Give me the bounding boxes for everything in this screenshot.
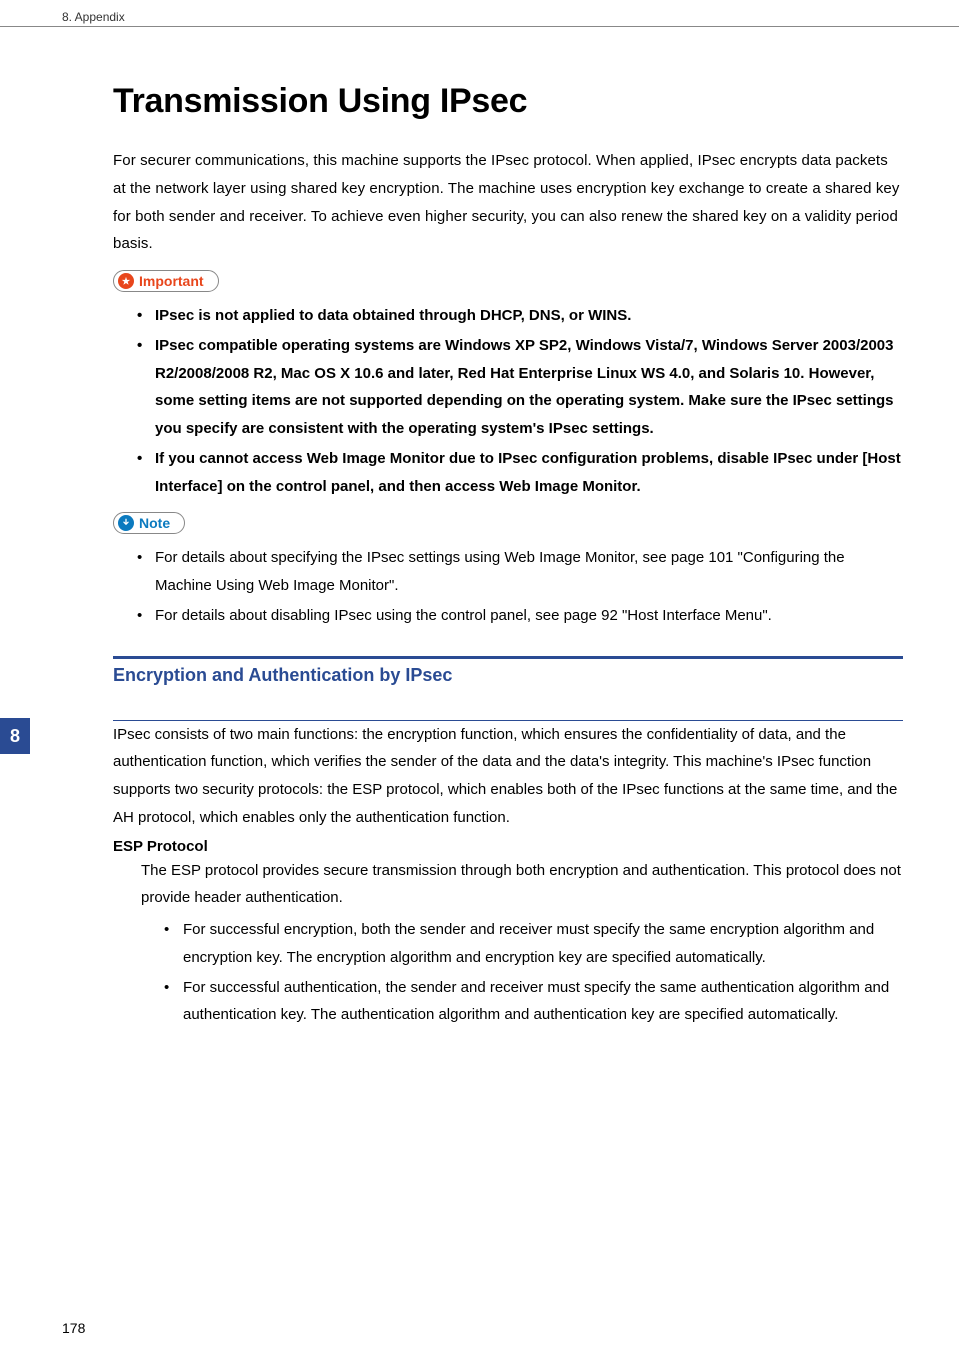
intro-paragraph: For securer communications, this machine…: [113, 147, 903, 258]
important-callout-label: Important: [113, 270, 219, 292]
important-label-text: Important: [139, 273, 204, 289]
list-item: If you cannot access Web Image Monitor d…: [113, 445, 903, 501]
esp-heading: ESP Protocol: [113, 838, 903, 855]
section-body: IPsec consists of two main functions: th…: [113, 721, 903, 832]
esp-description: The ESP protocol provides secure transmi…: [113, 857, 903, 913]
page-number: 178: [62, 1320, 85, 1336]
header-rule: [0, 26, 959, 27]
list-item: For successful encryption, both the send…: [113, 916, 903, 972]
list-item: IPsec is not applied to data obtained th…: [113, 302, 903, 330]
note-list: For details about specifying the IPsec s…: [113, 544, 903, 629]
running-header: 8. Appendix: [62, 10, 125, 24]
list-item: IPsec compatible operating systems are W…: [113, 332, 903, 443]
page-content: Transmission Using IPsec For securer com…: [113, 82, 903, 1031]
page-title: Transmission Using IPsec: [113, 82, 903, 121]
note-callout-label: Note: [113, 512, 185, 534]
list-item: For details about disabling IPsec using …: [113, 602, 903, 630]
list-item: For successful authentication, the sende…: [113, 974, 903, 1030]
note-label-text: Note: [139, 515, 170, 531]
esp-list: For successful encryption, both the send…: [113, 916, 903, 1029]
star-icon: [118, 273, 134, 289]
list-item: For details about specifying the IPsec s…: [113, 544, 903, 600]
important-list: IPsec is not applied to data obtained th…: [113, 302, 903, 500]
chapter-tab: 8: [0, 718, 30, 754]
arrow-down-icon: [118, 515, 134, 531]
section-heading: Encryption and Authentication by IPsec: [113, 659, 903, 694]
